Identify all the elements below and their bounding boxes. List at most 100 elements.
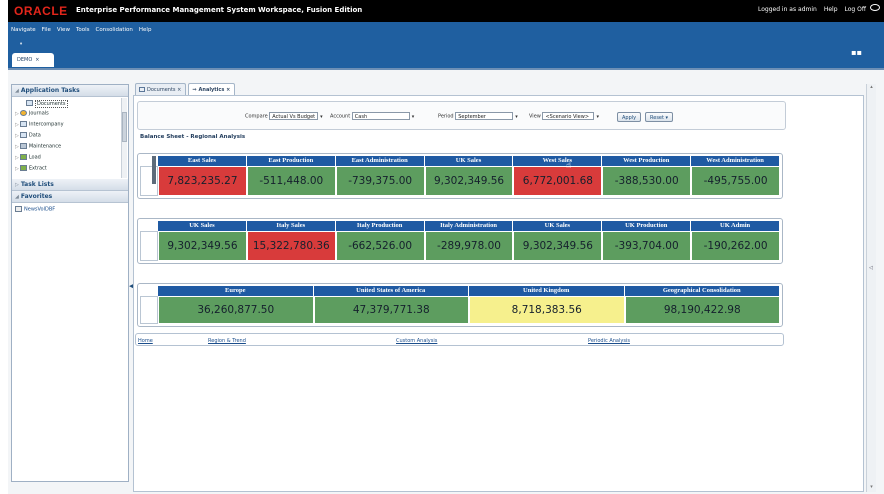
data-cell[interactable]: 8,718,383.56 — [469, 296, 625, 324]
layout-toggle-icon[interactable]: ▪▪ — [851, 48, 862, 57]
column-header[interactable]: Geographical Consolidation — [624, 286, 780, 296]
scroll-up-icon[interactable]: ▴ — [867, 84, 876, 90]
link-home[interactable]: Home — [138, 338, 153, 344]
data-cell[interactable]: 47,379,771.38 — [313, 296, 469, 324]
column-header[interactable]: East Sales — [158, 156, 247, 166]
menu-navigate[interactable]: Navigate — [11, 27, 36, 33]
grid-header-row: East Sales East Production East Administ… — [158, 156, 781, 166]
data-cell[interactable]: 6,772,001.68 — [513, 166, 603, 196]
collapse-icon: ◢ — [15, 194, 19, 200]
scroll-down-icon[interactable]: ▾ — [867, 484, 876, 490]
grid-data-row: 7,823,235.27 -511,448.00 -739,375.00 9,3… — [158, 166, 781, 196]
documents-icon — [139, 87, 145, 92]
column-header[interactable]: West Administration — [691, 156, 781, 166]
grid-title: Balance Sheet - Regional Analysis — [140, 134, 246, 140]
data-cell[interactable]: -739,375.00 — [335, 166, 425, 196]
tab-documents[interactable]: Documents × — [135, 83, 187, 95]
reset-button[interactable]: Reset ▾ — [645, 112, 674, 122]
scroll-thumb[interactable] — [122, 112, 127, 142]
analytics-icon: ⇒ — [192, 87, 197, 93]
left-scrollbar[interactable] — [121, 98, 127, 178]
logged-in-text: Logged in as admin — [758, 6, 817, 13]
main-scrollbar[interactable]: ▴ ▾ — [866, 84, 876, 492]
tab-analytics[interactable]: ⇒ Analytics × — [188, 83, 236, 95]
data-cell[interactable]: -190,262.00 — [691, 231, 781, 261]
column-header[interactable]: Italy Administration — [424, 221, 514, 231]
tree-item-documents[interactable]: Documents — [26, 99, 68, 108]
data-cell[interactable]: 36,260,877.50 — [158, 296, 314, 324]
dropdown-icon[interactable]: ▾ — [515, 114, 518, 120]
app-window: { "header": { "logo": "ORACLE", "title":… — [0, 0, 884, 494]
wrench-icon — [19, 143, 27, 149]
data-cell[interactable]: 9,302,349.56 — [158, 231, 247, 261]
data-cell[interactable]: -662,526.00 — [335, 231, 425, 261]
task-lists-header[interactable]: ▷ Task Lists — [12, 179, 128, 191]
data-cell[interactable]: 98,190,422.98 — [624, 296, 780, 324]
data-cell[interactable]: 15,322,780.36 — [246, 231, 336, 261]
account-select[interactable]: Cash — [351, 112, 410, 120]
column-header[interactable]: UK Production — [602, 221, 692, 231]
column-header[interactable]: United States of America — [313, 286, 469, 296]
column-header[interactable]: West Sales — [513, 156, 603, 166]
help-link[interactable]: Help — [824, 6, 838, 13]
column-header[interactable]: Italy Sales — [246, 221, 336, 231]
view-select[interactable]: <Scenario View> — [542, 112, 595, 120]
grid-header-row: UK Sales Italy Sales Italy Production It… — [158, 221, 781, 231]
dropdown-icon[interactable]: ▾ — [320, 114, 323, 120]
menu-help[interactable]: Help — [139, 27, 152, 33]
period-field: Period September ▾ — [438, 112, 518, 120]
mouse-cursor-icon: ☝ — [566, 161, 572, 171]
tree-item-maintenance[interactable]: ▷ Maintenance — [15, 143, 61, 150]
search-icon[interactable] — [870, 4, 880, 11]
column-header[interactable]: UK Sales — [513, 221, 603, 231]
menu-bar: Navigate File View Tools Consolidation H… — [8, 22, 884, 68]
data-cell[interactable]: -388,530.00 — [602, 166, 692, 196]
menu-tools[interactable]: Tools — [76, 27, 90, 33]
column-header[interactable]: Europe — [158, 286, 314, 296]
link-region-trend[interactable]: Region & Trend — [208, 338, 246, 344]
column-header[interactable]: Italy Production — [335, 221, 425, 231]
column-header[interactable]: UK Sales — [424, 156, 514, 166]
view-field: View <Scenario View> ▾ — [529, 112, 599, 120]
data-cell[interactable]: 9,302,349.56 — [424, 166, 514, 196]
data-cell[interactable]: 7,823,235.27 — [158, 166, 247, 196]
intercompany-icon — [19, 121, 27, 127]
data-cell[interactable]: -511,448.00 — [246, 166, 336, 196]
expand-right-icon[interactable]: ◁ — [869, 265, 873, 271]
column-header[interactable]: UK Sales — [158, 221, 247, 231]
logoff-link[interactable]: Log Off — [845, 6, 866, 13]
compare-select[interactable]: Actual Vs Budget — [269, 112, 319, 120]
dropdown-icon[interactable]: ▾ — [412, 114, 415, 120]
expand-icon: ▷ — [15, 132, 19, 139]
favorite-item[interactable]: NewsVolDBF — [12, 203, 128, 216]
tree-item-intercompany[interactable]: ▷ Intercompany — [15, 121, 64, 128]
link-custom-analysis[interactable]: Custom Analysis — [396, 338, 437, 344]
menu-view[interactable]: View — [57, 27, 70, 33]
link-periodic-analysis[interactable]: Periodic Analysis — [588, 338, 630, 344]
task-tree: Documents ▷ Journals ▷ Intercompany ▷ Data … — [12, 97, 128, 179]
tree-item-data[interactable]: ▷ Data — [15, 132, 41, 139]
column-header[interactable]: East Administration — [335, 156, 425, 166]
tree-item-load[interactable]: ▷ Load — [15, 154, 41, 161]
dropdown-icon[interactable]: ▾ — [596, 114, 599, 120]
application-tasks-header[interactable]: ◢ Application Tasks — [12, 85, 128, 97]
tab-demo[interactable]: DEMO × — [12, 53, 54, 67]
menu-consolidation[interactable]: Consolidation — [96, 27, 133, 33]
close-icon[interactable]: × — [35, 57, 39, 63]
tree-item-extract[interactable]: ▷ Extract — [15, 165, 47, 172]
data-cell[interactable]: 9,302,349.56 — [513, 231, 603, 261]
tree-item-journals[interactable]: ▷ Journals — [15, 110, 49, 117]
favorites-header[interactable]: ◢ Favorites — [12, 191, 128, 203]
apply-button[interactable]: Apply — [617, 112, 642, 122]
data-cell[interactable]: -393,704.00 — [602, 231, 692, 261]
close-icon[interactable]: × — [226, 87, 230, 93]
data-cell[interactable]: -495,755.00 — [691, 166, 781, 196]
column-header[interactable]: East Production — [246, 156, 336, 166]
period-select[interactable]: September — [455, 112, 514, 120]
column-header[interactable]: West Production — [602, 156, 692, 166]
data-cell[interactable]: -289,978.00 — [424, 231, 514, 261]
menu-file[interactable]: File — [42, 27, 51, 33]
column-header[interactable]: United Kingdom — [469, 286, 625, 296]
column-header[interactable]: UK Admin — [691, 221, 781, 231]
close-icon[interactable]: × — [177, 87, 181, 93]
